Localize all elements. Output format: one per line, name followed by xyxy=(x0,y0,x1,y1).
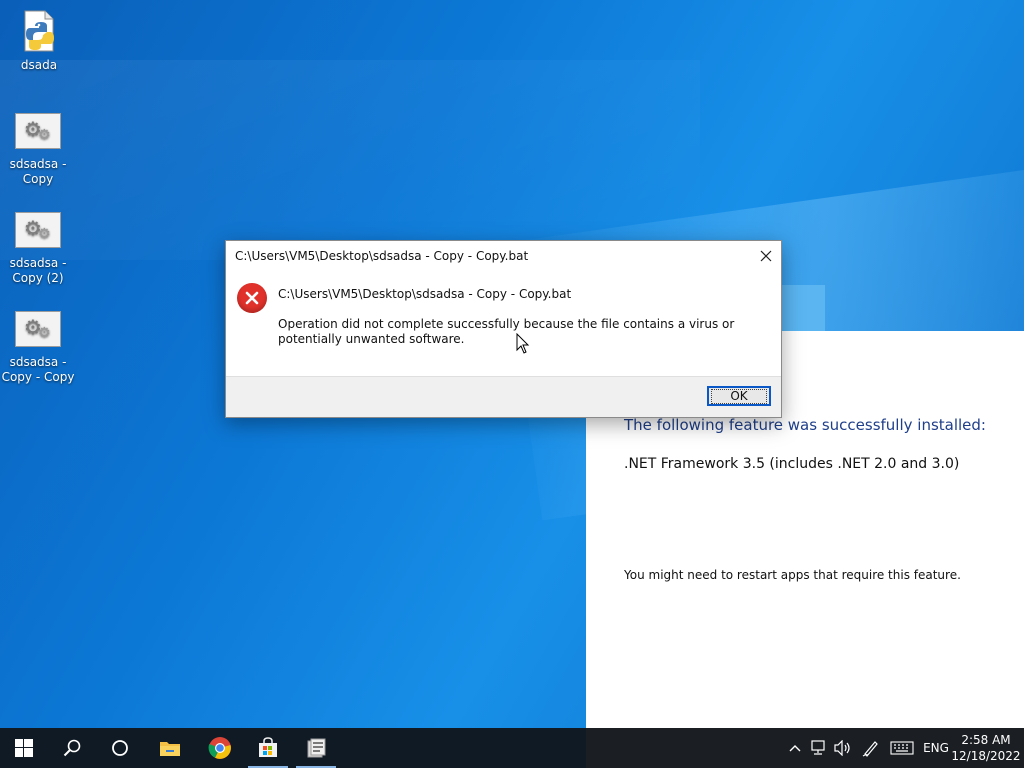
pen-icon xyxy=(862,741,878,757)
search-button[interactable] xyxy=(48,728,96,768)
restart-note: You might need to restart apps that requ… xyxy=(624,568,961,582)
desktop-icon-sdsadsa-copy-2[interactable]: ⚙ ⚙ sdsadsa - Copy (2) xyxy=(0,212,76,286)
error-dialog: C:\Users\VM5\Desktop\sdsadsa - Copy - Co… xyxy=(225,240,782,418)
wallpaper-window-logo xyxy=(780,285,825,333)
feature-name: .NET Framework 3.5 (includes .NET 2.0 an… xyxy=(624,456,960,472)
wallpaper-light xyxy=(0,60,700,260)
keyboard-icon xyxy=(890,741,914,755)
store-button[interactable] xyxy=(244,728,292,768)
pen-workspace-button[interactable] xyxy=(860,728,882,768)
clock-date: 12/18/2022 xyxy=(951,749,1021,763)
ok-button-label: OK xyxy=(711,388,767,404)
ok-button[interactable]: OK xyxy=(707,386,771,406)
network-button[interactable] xyxy=(808,728,830,768)
desktop-icon-dsada[interactable]: dsada xyxy=(1,10,77,73)
clock[interactable]: 2:58 AM 12/18/2022 xyxy=(950,732,1022,764)
touch-keyboard-button[interactable] xyxy=(888,728,916,768)
task-view-icon xyxy=(112,740,128,756)
feature-heading: The following feature was successfully i… xyxy=(624,416,986,434)
batch-file-icon: ⚙ ⚙ xyxy=(15,113,61,149)
volume-icon xyxy=(834,740,850,756)
dialog-title: C:\Users\VM5\Desktop\sdsadsa - Copy - Co… xyxy=(235,249,529,263)
dialog-footer: OK xyxy=(226,376,781,417)
close-icon xyxy=(760,250,772,262)
file-explorer-button[interactable] xyxy=(146,728,194,768)
windows-features-button[interactable] xyxy=(292,728,340,768)
chrome-icon xyxy=(208,737,231,759)
file-explorer-icon xyxy=(160,742,180,756)
error-icon xyxy=(237,283,267,313)
task-view-button[interactable] xyxy=(96,728,144,768)
store-icon xyxy=(259,737,277,757)
desktop-icon-sdsadsa-copy-copy[interactable]: ⚙ ⚙ sdsadsa - Copy - Copy xyxy=(0,311,76,385)
search-icon xyxy=(63,739,81,757)
language-indicator[interactable]: ENG xyxy=(920,728,952,768)
volume-button[interactable] xyxy=(832,728,854,768)
chrome-button[interactable] xyxy=(196,728,244,768)
close-button[interactable] xyxy=(751,241,781,271)
taskbar: ENG 2:58 AM 12/18/2022 xyxy=(0,728,1024,768)
clock-time: 2:58 AM xyxy=(961,733,1011,747)
desktop-icon-sdsadsa-copy[interactable]: ⚙ ⚙ sdsadsa - Copy xyxy=(0,113,76,187)
chevron-up-icon xyxy=(789,745,801,752)
windows-features-icon xyxy=(307,738,326,758)
desktop-background: dsada ⚙ ⚙ sdsadsa - Copy ⚙ ⚙ sdsadsa - Cop… xyxy=(0,0,1024,728)
batch-file-icon: ⚙ ⚙ xyxy=(15,311,61,347)
python-file-icon xyxy=(21,10,57,52)
mouse-cursor-icon xyxy=(516,333,530,354)
dialog-file-path: C:\Users\VM5\Desktop\sdsadsa - Copy - Co… xyxy=(278,287,572,301)
desktop-icon-label: sdsadsa - Copy (2) xyxy=(9,256,67,285)
desktop-icon-label: dsada xyxy=(20,58,58,72)
desktop-icon-label: sdsadsa - Copy - Copy xyxy=(1,355,75,384)
start-icon xyxy=(15,739,33,757)
batch-file-icon: ⚙ ⚙ xyxy=(15,212,61,248)
start-button[interactable] xyxy=(0,728,48,768)
network-icon xyxy=(811,740,825,755)
show-hidden-icons-button[interactable] xyxy=(786,728,804,768)
desktop-icon-label: sdsadsa - Copy xyxy=(9,157,67,186)
